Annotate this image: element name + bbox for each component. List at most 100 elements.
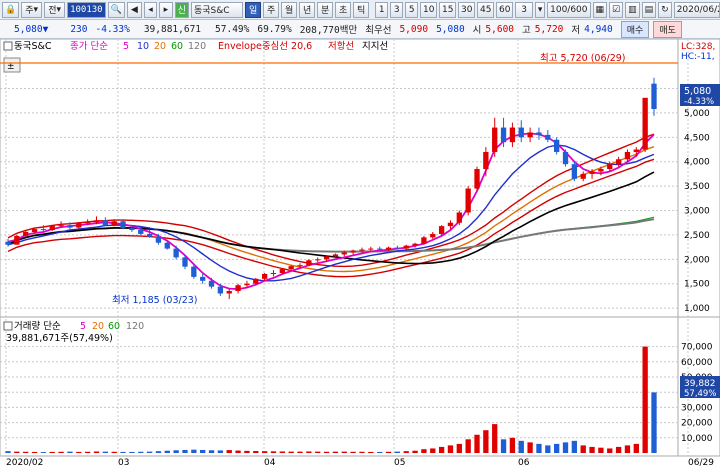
vol-legend-label: 거래량 단순 — [14, 320, 61, 332]
volume-bar — [173, 450, 179, 453]
all-select[interactable]: 전 ▾ — [44, 1, 66, 18]
volume-bar — [14, 451, 20, 453]
volume-bar — [67, 451, 73, 453]
period-tab[interactable]: 월 — [281, 1, 298, 18]
best-label: 최우선 — [365, 25, 392, 36]
candle-body — [474, 169, 480, 189]
volume-bar — [509, 437, 516, 453]
volume-bar — [607, 448, 613, 453]
period-tab[interactable]: 초 — [335, 1, 352, 18]
price-value: 5,080▼ — [14, 23, 49, 35]
collapse-icon[interactable] — [3, 41, 13, 51]
stock-chart[interactable]: 5,5005,0004,5004,0003,5003,0002,5002,000… — [0, 39, 720, 468]
price-y-tick: 1,500 — [684, 280, 710, 290]
high-label: 고 — [522, 25, 531, 36]
volume-bar — [235, 450, 241, 453]
x-tick-label: 03 — [118, 458, 129, 468]
volume-bar — [182, 449, 188, 453]
lock-icon[interactable]: 🔒 — [2, 1, 20, 18]
credit-badge: 신 — [174, 1, 189, 18]
volume-bar — [279, 451, 285, 453]
minute-tab[interactable]: 5 — [405, 1, 419, 18]
candle-body — [200, 276, 206, 281]
candle-body — [615, 159, 622, 165]
candle-body — [377, 248, 383, 250]
candle-body — [536, 132, 542, 135]
period-tab[interactable]: 주 — [263, 1, 280, 18]
minute-tab[interactable]: 3 — [390, 1, 404, 18]
minute-tab[interactable]: 30 — [458, 1, 476, 18]
candle-body — [208, 280, 215, 287]
stock-code-input[interactable]: 100130 — [67, 1, 106, 18]
minute-tab[interactable]: 10 — [420, 1, 438, 18]
sell-order-button[interactable]: 매도 — [653, 20, 682, 38]
grid-icon[interactable]: ▥ — [625, 1, 640, 18]
buy-order-button[interactable]: 매수 — [620, 20, 650, 38]
minute-tab[interactable]: 1 — [375, 1, 389, 18]
volume-bar — [297, 451, 303, 453]
next-stock-button[interactable]: ▸ — [159, 1, 173, 18]
legend-stock-name: 동국S&C — [14, 41, 52, 52]
chart-settings-icon[interactable]: ▦ — [592, 1, 608, 18]
volume-bar — [456, 443, 462, 453]
minute-tab[interactable]: 60 — [496, 1, 514, 18]
volume-bar — [306, 451, 312, 453]
candle-body — [138, 230, 144, 234]
chevron-down-icon[interactable]: ▾ — [535, 1, 546, 18]
price-y-tick: 1,000 — [684, 304, 710, 314]
candle-body — [58, 225, 64, 227]
candle-body — [607, 164, 613, 170]
candle-body — [279, 269, 285, 273]
candle-body — [633, 149, 639, 152]
refresh-icon[interactable]: ↻ — [658, 1, 672, 18]
collapse-icon[interactable] — [3, 321, 13, 331]
market-label: 주 — [25, 6, 34, 16]
candle-body — [332, 254, 339, 257]
period-tab[interactable]: 일 — [245, 1, 262, 18]
candle-body — [297, 265, 303, 267]
chevron-down-icon: ▾ — [56, 4, 61, 15]
minute-tab[interactable]: 15 — [439, 1, 457, 18]
legend-envelope: Envelope중심선 20,6 — [218, 41, 312, 52]
candle-body — [562, 151, 569, 165]
x-tick-label: 2020/02 — [6, 458, 43, 468]
calendar-icon[interactable]: ▤ — [641, 1, 657, 18]
candle-body — [155, 236, 162, 243]
date-input[interactable]: 2020/06/29 — [673, 1, 720, 18]
volume-value: 39,881,671 — [143, 23, 202, 35]
volume-bar — [31, 451, 38, 453]
volume-bar — [350, 451, 356, 453]
volume-bar — [368, 451, 374, 453]
price-y-tick: 4,500 — [684, 133, 710, 143]
vol-legend-20: 20 — [92, 321, 104, 332]
volume-bar — [421, 449, 427, 453]
period-tab[interactable]: 분 — [317, 1, 334, 18]
candle-body — [589, 171, 595, 174]
checkbox-icon[interactable]: ☑ — [609, 1, 624, 18]
volume-bar — [474, 434, 480, 453]
candle-body — [102, 220, 108, 226]
search-icon[interactable]: 🔍 — [107, 1, 125, 18]
candle-body — [120, 221, 126, 229]
candle-body — [191, 266, 197, 277]
candle-body — [598, 169, 604, 172]
minute-input[interactable]: 3 — [515, 1, 534, 18]
market-select[interactable]: 주 ▾ — [21, 1, 43, 18]
volume-bar — [332, 451, 339, 453]
volume-bar — [111, 451, 117, 453]
period-tab[interactable]: 년 — [299, 1, 316, 18]
volume-y-tick: 70,000 — [681, 343, 713, 353]
minute-tab[interactable]: 45 — [477, 1, 495, 18]
volume-bar — [412, 450, 418, 453]
count-input[interactable]: 100/600 — [547, 1, 591, 18]
legend-ma-label: 종가 단순 — [70, 41, 108, 52]
volume-bar — [642, 346, 648, 453]
legend-ma120: 120 — [188, 41, 206, 52]
candle-body — [385, 247, 392, 250]
volume-bar — [580, 445, 586, 453]
candle-body — [270, 272, 277, 274]
speaker-icon[interactable]: ◀ — [126, 1, 142, 18]
period-tab[interactable]: 틱 — [353, 1, 370, 18]
volume-bar — [129, 451, 135, 453]
prev-stock-button[interactable]: ◂ — [143, 1, 158, 18]
